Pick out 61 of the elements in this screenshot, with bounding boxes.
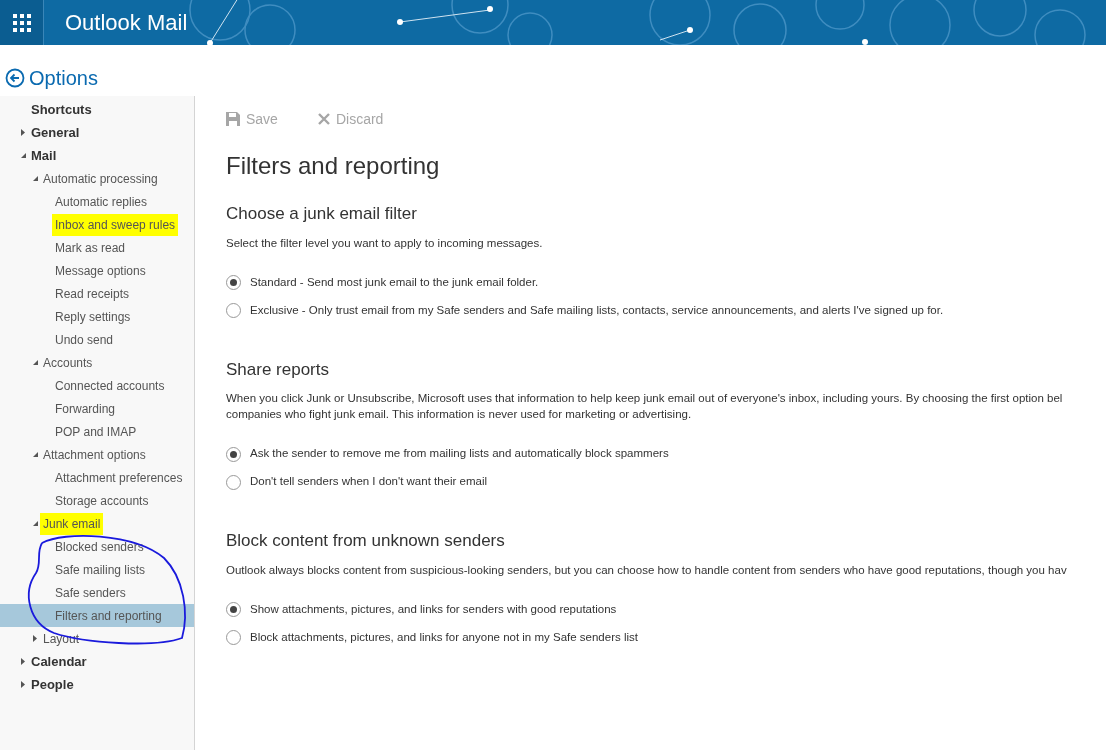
nav-item[interactable]: Connected accounts: [0, 374, 194, 397]
radio-button[interactable]: [226, 474, 241, 490]
nav-item[interactable]: General: [0, 121, 194, 144]
radio-button[interactable]: [226, 602, 241, 617]
nav-item[interactable]: Accounts: [0, 351, 194, 374]
radio-option[interactable]: Show attachments, pictures, and links for senders with good reputations: [226, 595, 1106, 624]
nav-item[interactable]: Inbox and sweep rules: [0, 213, 194, 236]
radio-button[interactable]: [226, 303, 241, 318]
nav-item[interactable]: Mark as read: [0, 236, 194, 259]
page-title: Filters and reporting: [226, 151, 441, 181]
radio-button[interactable]: [226, 446, 241, 462]
expanded-arrow-icon: [33, 175, 38, 182]
radio-option[interactable]: Don't tell senders when I don't want their email: [226, 468, 1106, 496]
nav-item[interactable]: Message options: [0, 259, 194, 282]
nav-item[interactable]: Safe mailing lists: [0, 558, 194, 581]
nav-item[interactable]: Forwarding: [0, 397, 194, 420]
radio-button[interactable]: [226, 275, 241, 290]
nav-item[interactable]: Undo send: [0, 328, 194, 351]
expanded-arrow-icon: [33, 520, 38, 527]
section-heading: Share reports: [226, 358, 330, 381]
app-title: Outlook Mail: [65, 9, 188, 37]
nav-item[interactable]: Mail: [0, 144, 194, 167]
collapsed-arrow-icon: [21, 658, 26, 665]
radio-option[interactable]: Ask the sender to remove me from mailing lists and automatically block spammers: [226, 440, 1106, 468]
radio-option[interactable]: Exclusive - Only trust email from my Safe senders and Safe mailing lists, contacts, service announcements, and alerts I've signed up for.: [226, 296, 1106, 325]
nav-item[interactable]: Layout: [0, 627, 194, 650]
nav-item[interactable]: Shortcuts: [0, 98, 194, 121]
section-description: Select the filter level you want to apply to incoming messages.: [226, 235, 544, 251]
expanded-arrow-icon: [33, 359, 38, 366]
nav-item[interactable]: Filters and reporting: [0, 604, 194, 627]
nav-item[interactable]: POP and IMAP: [0, 420, 194, 443]
nav-item[interactable]: People: [0, 673, 194, 696]
collapsed-arrow-icon: [21, 681, 26, 688]
nav-item[interactable]: Automatic processing: [0, 167, 194, 190]
app-launcher-button[interactable]: [0, 0, 44, 45]
collapsed-arrow-icon: [21, 129, 26, 136]
section-description: When you click Junk or Unsubscribe, Microsoft uses that information to help keep junk email out of everyone's inbox, including yours. By choosing the first option bel: [226, 391, 1064, 406]
nav-item[interactable]: Blocked senders: [0, 535, 194, 558]
nav-item[interactable]: Calendar: [0, 650, 194, 673]
nav-item[interactable]: Automatic replies: [0, 190, 194, 213]
radio-option[interactable]: Block attachments, pictures, and links for anyone not in my Safe senders list: [226, 623, 1106, 652]
radio-option[interactable]: Standard - Send most junk email to the junk email folder.: [226, 268, 1106, 297]
waffle-icon: [12, 13, 31, 32]
nav-item[interactable]: Junk email: [0, 512, 194, 535]
section-description: companies who fight junk email. This information is never used for marketing or advertising.: [226, 407, 693, 422]
expanded-arrow-icon: [21, 152, 26, 159]
section-description: Outlook always blocks content from suspicious-looking senders, but you can choose how to handle content from senders who have good reputations, though you hav: [226, 562, 1068, 578]
nav-item[interactable]: Safe senders: [0, 581, 194, 604]
nav-item[interactable]: Attachment preferences: [0, 466, 194, 489]
radio-button[interactable]: [226, 630, 241, 645]
section-heading: Block content from unknown senders: [226, 530, 506, 552]
collapsed-arrow-icon: [33, 635, 38, 642]
back-icon[interactable]: [5, 68, 25, 88]
nav-item[interactable]: Read receipts: [0, 282, 194, 305]
close-icon: [317, 113, 330, 125]
nav-item[interactable]: Reply settings: [0, 305, 194, 328]
expanded-arrow-icon: [33, 451, 38, 458]
section-heading: Choose a junk email filter: [226, 203, 418, 225]
nav-item[interactable]: Storage accounts: [0, 489, 194, 512]
nav-item[interactable]: Attachment options: [0, 443, 194, 466]
options-title: Options: [29, 66, 98, 91]
